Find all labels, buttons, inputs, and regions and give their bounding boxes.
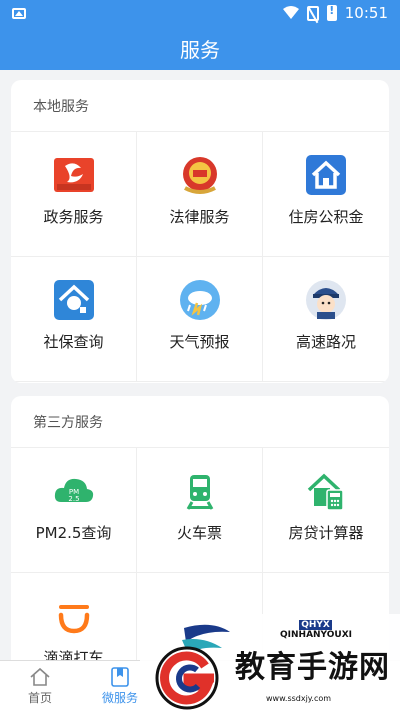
tab-label: 微服务 xyxy=(101,690,138,705)
service-highway[interactable]: 高速路况 xyxy=(263,257,389,382)
train-icon xyxy=(179,470,221,512)
service-label: 天气预报 xyxy=(169,333,230,351)
social-security-icon xyxy=(53,279,95,321)
no-sim-icon xyxy=(306,5,319,21)
tab-home[interactable]: 首页 xyxy=(0,661,80,711)
wifi-icon xyxy=(282,6,299,19)
watermark-brand-boxes: QHYX xyxy=(299,620,332,630)
service-train[interactable]: 火车票 xyxy=(137,448,263,573)
service-label: 火车票 xyxy=(176,524,222,542)
service-weather[interactable]: 天气预报 xyxy=(137,257,263,382)
section-title: 第三方服务 xyxy=(11,396,389,448)
watermark-overlay: QHYX QINHANYOUXI 教育手游网 www.ssdxjy.com xyxy=(140,614,400,711)
service-label: 法律服务 xyxy=(169,208,230,226)
service-label: 高速路况 xyxy=(295,333,356,351)
watermark-brand-text: QINHANYOUXI xyxy=(280,630,353,640)
house-icon xyxy=(305,154,347,196)
service-label: 政务服务 xyxy=(43,208,104,226)
bookmark-icon xyxy=(111,666,129,687)
watermark-url: www.ssdxjy.com xyxy=(266,694,332,703)
service-pm25[interactable]: PM 2.5 PM2.5查询 xyxy=(11,448,137,573)
home-icon xyxy=(30,667,50,686)
pm25-cloud-icon: PM 2.5 xyxy=(53,470,95,512)
page-title: 服务 xyxy=(0,26,400,70)
weather-icon xyxy=(179,279,221,321)
traffic-police-icon xyxy=(305,279,347,321)
watermark-text: 教育手游网 xyxy=(235,650,390,685)
mortgage-calculator-icon xyxy=(305,470,347,512)
service-mortgage-calc[interactable]: 房贷计算器 xyxy=(263,448,389,573)
battery-icon xyxy=(326,4,337,21)
service-law[interactable]: 法律服务 xyxy=(137,132,263,257)
gallery-notification-icon xyxy=(12,7,26,19)
gov-service-icon xyxy=(53,154,95,196)
status-bar: 10:51 xyxy=(0,0,400,26)
watermark-brand: QHYX QINHANYOUXI xyxy=(280,620,352,640)
tab-label: 首页 xyxy=(27,690,52,705)
watermark-logo xyxy=(155,624,230,710)
section-title: 本地服务 xyxy=(11,80,389,132)
service-label: 房贷计算器 xyxy=(288,524,364,542)
law-emblem-icon xyxy=(179,154,221,196)
svg-text:2.5: 2.5 xyxy=(68,495,79,503)
local-services-card: 本地服务 政务服务 法律服务 住房公积金 社保查询 天气预报 高速路况 xyxy=(11,80,389,383)
service-label: PM2.5查询 xyxy=(35,524,112,542)
service-social-security[interactable]: 社保查询 xyxy=(11,257,137,382)
service-label: 住房公积金 xyxy=(288,208,364,226)
didi-icon xyxy=(53,595,95,637)
service-housing-fund[interactable]: 住房公积金 xyxy=(263,132,389,257)
service-gov[interactable]: 政务服务 xyxy=(11,132,137,257)
clock: 10:51 xyxy=(344,4,388,22)
service-label: 社保查询 xyxy=(43,333,104,351)
